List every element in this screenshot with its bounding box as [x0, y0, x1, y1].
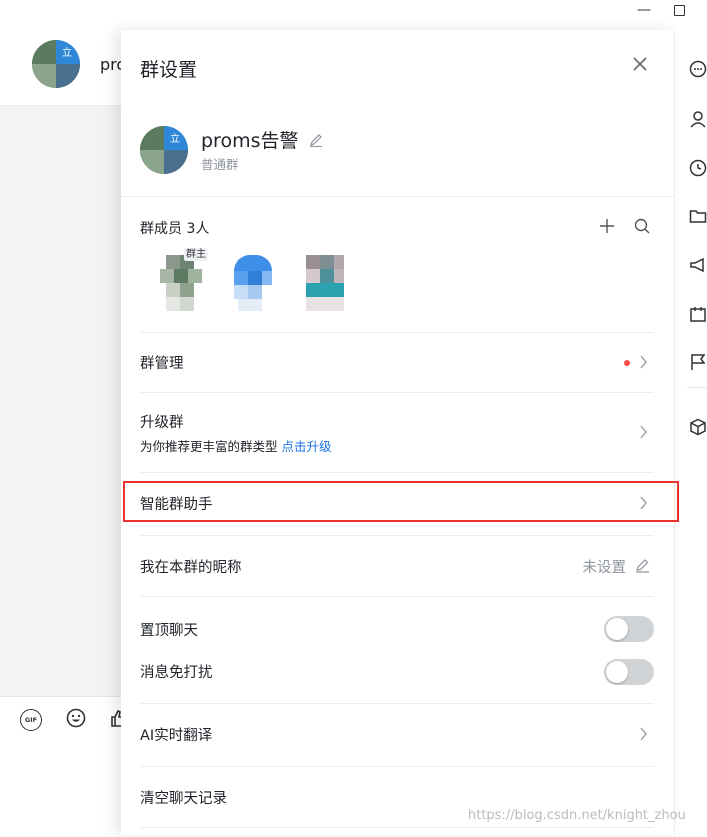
toggle-section: 置顶聊天 消息免打扰: [140, 597, 654, 704]
highlight-box: [123, 481, 679, 522]
flag-icon[interactable]: [689, 353, 707, 371]
chat-area: 立 pro GIF: [0, 30, 126, 837]
member-avatar-1[interactable]: [160, 255, 210, 321]
chevron-right-icon: [640, 425, 647, 439]
more-icon[interactable]: [689, 60, 707, 78]
nickname-label: 我在本群的昵称: [140, 560, 242, 576]
upgrade-group-label: 升级群: [140, 415, 184, 431]
announcement-icon[interactable]: [689, 256, 707, 274]
rail-divider: [687, 387, 707, 388]
nickname-value: 未设置: [582, 560, 627, 576]
group-type: 普通群: [201, 157, 239, 172]
maximize-icon[interactable]: [674, 5, 685, 16]
apps-cube-icon[interactable]: [689, 418, 707, 436]
emoji-icon[interactable]: [66, 708, 86, 728]
group-name: proms告警: [201, 130, 299, 152]
upgrade-group-row[interactable]: 升级群 为你推荐更丰富的群类型 点击升级: [140, 393, 654, 473]
group-manage-row[interactable]: 群管理: [140, 332, 654, 393]
group-avatar[interactable]: 立: [140, 126, 188, 174]
search-member-icon[interactable]: [634, 218, 650, 234]
message-list: [0, 106, 124, 696]
members-count: 群成员 3人: [140, 221, 210, 237]
minimize-icon[interactable]: —: [637, 2, 651, 20]
pin-chat-toggle[interactable]: [604, 616, 654, 642]
chat-avatar[interactable]: 立: [32, 40, 80, 88]
side-rail: [674, 30, 707, 835]
upgrade-group-desc: 为你推荐更丰富的群类型 点击升级: [140, 436, 332, 455]
chevron-right-icon: [640, 727, 647, 741]
members-section: 群成员 3人 群主: [140, 197, 654, 333]
edit-nickname-icon[interactable]: [635, 558, 650, 573]
watermark: https://blog.csdn.net/knight_zhou: [468, 808, 686, 823]
clock-icon[interactable]: [689, 159, 707, 177]
calendar-icon[interactable]: [689, 305, 707, 323]
toggle-knob: [606, 618, 628, 640]
gif-icon[interactable]: GIF: [20, 709, 42, 731]
ai-translate-label: AI实时翻译: [140, 728, 213, 744]
owner-badge: 群主: [184, 248, 208, 261]
nickname-row[interactable]: 我在本群的昵称 未设置: [140, 536, 654, 597]
notification-dot: [624, 360, 630, 366]
edit-name-icon[interactable]: [309, 133, 323, 147]
member-avatar-3[interactable]: [300, 255, 350, 321]
avatar-badge: 立: [170, 134, 180, 145]
chevron-right-icon: [640, 355, 647, 369]
upgrade-desc-text: 为你推荐更丰富的群类型: [140, 439, 278, 454]
user-icon[interactable]: [689, 110, 707, 128]
ai-translate-row[interactable]: AI实时翻译: [140, 704, 654, 767]
toggle-knob: [606, 661, 628, 683]
close-icon[interactable]: [630, 54, 650, 74]
group-manage-label: 群管理: [140, 356, 184, 372]
pin-chat-label: 置顶聊天: [140, 623, 198, 639]
mute-label: 消息免打扰: [140, 665, 213, 681]
member-avatar-2[interactable]: [228, 255, 278, 321]
chat-header: 立 pro: [0, 30, 126, 106]
avatar-badge: 立: [62, 48, 72, 59]
panel-title: 群设置: [140, 59, 198, 81]
clear-history-label: 清空聊天记录: [140, 791, 227, 807]
upgrade-link[interactable]: 点击升级: [282, 439, 332, 454]
window-controls: — ×: [607, 0, 707, 26]
folder-icon[interactable]: [689, 207, 707, 225]
input-toolbar: GIF: [0, 696, 124, 837]
mute-toggle[interactable]: [604, 659, 654, 685]
group-settings-panel: 群设置 立 proms告警 普通群 群成员 3人 群主 群管理 升级群 为你推荐…: [121, 30, 674, 835]
add-member-icon[interactable]: [600, 219, 614, 233]
group-info: 立 proms告警 普通群: [121, 120, 674, 197]
